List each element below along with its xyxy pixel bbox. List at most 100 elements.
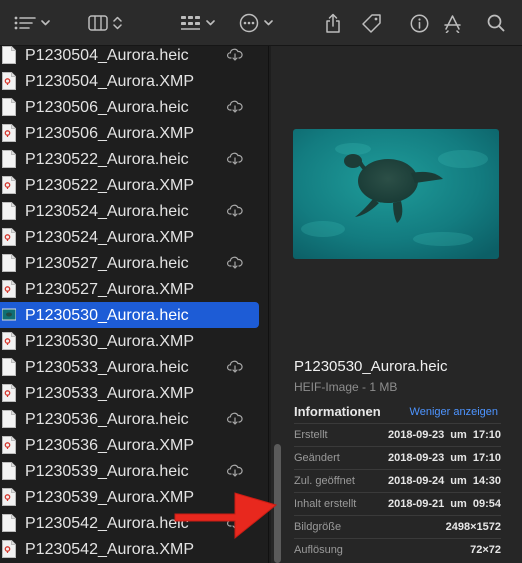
view-options-button[interactable] (14, 10, 50, 36)
list-scrollbar[interactable] (271, 46, 285, 563)
chevron-down-icon (41, 20, 50, 26)
info-label: Geändert (294, 452, 340, 464)
group-button[interactable] (180, 10, 215, 36)
heic-document-icon (2, 358, 16, 376)
file-row[interactable]: P1230539_Aurora.XMP (0, 484, 268, 510)
grid-group-icon (181, 16, 200, 30)
preview-pane: P1230530_Aurora.heic HEIF-Image - 1 MB I… (285, 46, 522, 563)
file-name: P1230504_Aurora.heic (25, 47, 189, 64)
file-name: P1230536_Aurora.XMP (25, 437, 194, 454)
info-button[interactable] (410, 10, 429, 36)
file-row[interactable]: P1230504_Aurora.XMP (0, 68, 268, 94)
file-name: P1230530_Aurora.heic (25, 307, 189, 324)
file-row[interactable]: P1230530_Aurora.heic (0, 302, 268, 328)
info-row: Zul. geöffnet 2018-09-24 um 14:30 (294, 469, 501, 492)
edit-markup-icon (444, 14, 461, 33)
heic-document-icon (2, 46, 16, 64)
xmp-document-icon (2, 384, 16, 402)
preview-image (293, 129, 499, 259)
info-label: Inhalt erstellt (294, 498, 357, 510)
file-row[interactable]: P1230539_Aurora.heic (0, 458, 268, 484)
file-row[interactable]: P1230522_Aurora.heic (0, 146, 268, 172)
pane-divider[interactable] (268, 46, 269, 563)
file-row[interactable]: P1230533_Aurora.XMP (0, 380, 268, 406)
heic-document-icon (2, 462, 16, 480)
file-row[interactable]: P1230522_Aurora.XMP (0, 172, 268, 198)
cloud-download-icon[interactable] (227, 412, 243, 425)
info-heading: Informationen (294, 404, 381, 419)
info-value: 2018-09-21 um 09:54 (387, 498, 501, 510)
cloud-download-icon[interactable] (227, 100, 243, 113)
file-name: P1230539_Aurora.heic (25, 463, 189, 480)
xmp-document-icon (2, 332, 16, 350)
file-name: P1230506_Aurora.XMP (25, 125, 194, 142)
info-value: 2018-09-23 um 17:10 (387, 452, 501, 464)
file-name: P1230527_Aurora.XMP (25, 281, 194, 298)
file-row[interactable]: P1230530_Aurora.XMP (0, 328, 268, 354)
show-less-link[interactable]: Weniger anzeigen (410, 406, 498, 418)
tag-icon (362, 13, 381, 33)
file-name: P1230542_Aurora.XMP (25, 541, 194, 558)
file-name: P1230536_Aurora.heic (25, 411, 189, 428)
cloud-download-icon[interactable] (227, 48, 243, 61)
info-label: Zul. geöffnet (294, 475, 355, 487)
info-row: Inhalt erstellt 2018-09-21 um 09:54 (294, 492, 501, 515)
cloud-download-icon[interactable] (227, 464, 243, 477)
xmp-document-icon (2, 436, 16, 454)
info-icon (410, 14, 429, 32)
heic-document-icon (2, 98, 16, 116)
preview-title: P1230530_Aurora.heic (294, 358, 448, 375)
xmp-document-icon (2, 280, 16, 298)
share-button[interactable] (325, 10, 341, 36)
search-button[interactable] (487, 10, 505, 36)
cloud-download-icon[interactable] (227, 516, 243, 529)
info-value: 2018-09-23 um 17:10 (387, 429, 501, 441)
image-thumbnail-icon (2, 308, 16, 321)
cloud-download-icon[interactable] (227, 256, 243, 269)
tags-button[interactable] (361, 10, 382, 36)
file-row[interactable]: P1230504_Aurora.heic (0, 46, 268, 68)
cloud-download-icon[interactable] (227, 360, 243, 373)
file-name: P1230522_Aurora.XMP (25, 177, 194, 194)
file-name: P1230539_Aurora.XMP (25, 489, 194, 506)
file-row[interactable]: P1230524_Aurora.heic (0, 198, 268, 224)
file-row[interactable]: P1230536_Aurora.XMP (0, 432, 268, 458)
file-name: P1230527_Aurora.heic (25, 255, 189, 272)
scrollbar-thumb[interactable] (274, 444, 281, 563)
file-list[interactable]: P1230504_Aurora.heic P1230504_Aurora.XMP P… (0, 46, 268, 563)
file-row[interactable]: P1230506_Aurora.heic (0, 94, 268, 120)
search-icon (487, 14, 505, 32)
file-row[interactable]: P1230542_Aurora.XMP (0, 536, 268, 562)
column-view-button[interactable] (88, 10, 122, 36)
file-name: P1230524_Aurora.XMP (25, 229, 194, 246)
file-row[interactable]: P1230527_Aurora.heic (0, 250, 268, 276)
xmp-document-icon (2, 72, 16, 90)
info-row: Geändert 2018-09-23 um 17:10 (294, 446, 501, 469)
file-row[interactable]: P1230506_Aurora.XMP (0, 120, 268, 146)
list-view-icon (14, 16, 36, 30)
share-icon (326, 13, 340, 33)
cloud-download-icon[interactable] (227, 152, 243, 165)
file-name: P1230542_Aurora.heic (25, 515, 189, 532)
chevron-down-icon (206, 20, 215, 26)
file-row[interactable]: P1230524_Aurora.XMP (0, 224, 268, 250)
heic-document-icon (2, 514, 16, 532)
action-menu-button[interactable] (239, 10, 273, 36)
heic-document-icon (2, 150, 16, 168)
info-value: 2018-09-24 um 14:30 (387, 475, 501, 487)
file-name: P1230533_Aurora.heic (25, 359, 189, 376)
file-row[interactable]: P1230536_Aurora.heic (0, 406, 268, 432)
cloud-download-icon[interactable] (227, 204, 243, 217)
heic-document-icon (2, 254, 16, 272)
file-row[interactable]: P1230542_Aurora.heic (0, 510, 268, 536)
preview-subtitle: HEIF-Image - 1 MB (294, 380, 398, 394)
file-row[interactable]: P1230533_Aurora.heic (0, 354, 268, 380)
more-ellipsis-icon (239, 13, 259, 33)
file-row[interactable]: P1230527_Aurora.XMP (0, 276, 268, 302)
xmp-document-icon (2, 124, 16, 142)
markup-button[interactable] (443, 10, 462, 36)
file-name: P1230506_Aurora.heic (25, 99, 189, 116)
info-label: Bildgröße (294, 521, 342, 533)
info-row: Erstellt 2018-09-23 um 17:10 (294, 423, 501, 446)
chevron-down-icon (264, 20, 273, 26)
